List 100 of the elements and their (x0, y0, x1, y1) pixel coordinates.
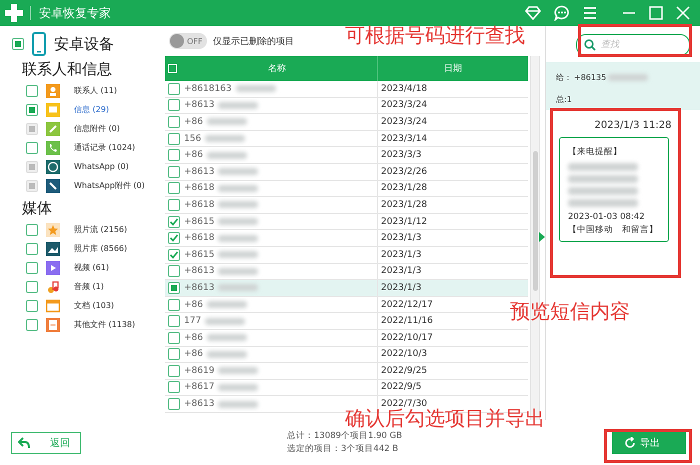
checkbox[interactable] (168, 116, 180, 128)
phone-icon (46, 140, 60, 154)
toggle-switch[interactable]: OFF (169, 33, 207, 49)
table-cell-text: 2022/12/17 (380, 300, 433, 310)
checkbox[interactable] (168, 248, 180, 261)
category-item[interactable]: 照片库 (8566) (74, 243, 128, 254)
music-note-icon (46, 280, 60, 294)
redaction-mark (205, 135, 246, 142)
checkbox[interactable] (168, 282, 180, 294)
checkbox[interactable] (168, 82, 180, 95)
table-row[interactable]: +8613 2023/2/26 (165, 164, 528, 181)
category-item[interactable]: 照片流 (2156) (74, 224, 128, 235)
checkbox[interactable] (168, 332, 180, 344)
play-icon (46, 260, 60, 274)
refresh-icon (624, 436, 636, 448)
checkbox[interactable] (168, 99, 180, 112)
table-row[interactable]: +86 2022/10/17 (165, 330, 528, 346)
checkbox[interactable] (168, 381, 180, 394)
table-row[interactable]: +8613 2023/3/24 (165, 98, 528, 114)
checkbox[interactable] (168, 166, 180, 178)
redaction-mark (218, 218, 258, 226)
category-item[interactable]: 文档 (103) (74, 300, 114, 311)
table-cell-text: 2023/3/3 (380, 150, 422, 160)
checkbox[interactable] (26, 262, 38, 274)
redaction-mark (218, 184, 258, 192)
category-item[interactable]: 视频 (61) (74, 262, 109, 273)
checkbox[interactable] (168, 149, 180, 162)
redaction-mark (207, 118, 247, 126)
checkbox[interactable] (26, 224, 38, 236)
checkbox[interactable] (168, 315, 180, 328)
checkbox[interactable] (168, 198, 180, 211)
contact-icon (46, 84, 60, 98)
table-cell-text: 2023/1/3 (380, 250, 422, 260)
table-row[interactable]: +8617 2022/9/5 (165, 380, 528, 396)
table-cell: +86 (184, 300, 203, 310)
checkbox[interactable] (168, 398, 180, 410)
table-row[interactable]: +8615 2023/1/12 (165, 214, 528, 230)
table-row[interactable]: +8618 2023/1/28 (165, 180, 528, 198)
checkbox[interactable] (26, 142, 38, 154)
redaction-mark (218, 268, 258, 275)
checkbox[interactable] (26, 280, 38, 292)
plus-logo-icon (4, 3, 24, 23)
table-cell: +8613 (184, 399, 214, 410)
redaction-mark (218, 201, 258, 208)
table-row[interactable]: 156 2023/3/14 (165, 130, 528, 148)
checkbox[interactable] (168, 232, 180, 244)
checkbox[interactable] (168, 298, 180, 311)
category-item[interactable]: 信息 (29) (74, 104, 109, 115)
category-item[interactable]: 音频 (1) (74, 281, 104, 292)
checkbox[interactable] (26, 242, 38, 254)
message-text: 【中国移动 和留言】 (568, 224, 659, 237)
redaction-mark (218, 384, 258, 391)
table-cell-text: 2023/4/18 (380, 84, 428, 94)
table-cell-text: 2023/3/24 (380, 116, 428, 127)
redaction-mark (218, 284, 258, 292)
redaction-mark (218, 234, 258, 242)
redaction-mark (207, 334, 247, 342)
message-icon (46, 102, 60, 116)
checkbox[interactable] (168, 364, 180, 377)
table-row[interactable]: +8613 2023/1/3 (165, 280, 528, 297)
table-cell: +8618 (184, 200, 214, 210)
checkbox[interactable] (168, 348, 180, 360)
table-row[interactable]: +8618163 2023/4/18 (165, 81, 528, 98)
summary-text: 总计：13089个项目1.90 GB (287, 430, 402, 442)
table-cell: 156 (184, 134, 202, 144)
table-cell: +8618 (184, 183, 214, 194)
table-row[interactable]: +8618 2023/1/3 (165, 230, 528, 247)
redaction-mark (218, 400, 258, 408)
category-item[interactable]: 联系人 (11) (74, 85, 117, 96)
redaction-mark (205, 318, 246, 325)
checkbox[interactable] (168, 182, 180, 194)
section-title: 联系人和信息 (22, 60, 113, 79)
table-row[interactable]: +86 2022/10/3 (165, 346, 528, 364)
table-row[interactable]: +86 2023/3/24 (165, 114, 528, 131)
table-cell-text: 2023/1/12 (380, 216, 428, 227)
table-row[interactable]: +8618 2023/1/28 (165, 197, 528, 214)
table-row[interactable]: +8619 2022/9/25 (165, 363, 528, 380)
table-cell-text: 2022/9/5 (380, 382, 422, 392)
checkbox[interactable] (12, 38, 24, 50)
category-item[interactable]: 通话记录 (1024) (74, 142, 136, 153)
redaction-mark (218, 367, 258, 374)
checkbox[interactable] (26, 318, 38, 330)
checkbox[interactable] (26, 84, 38, 96)
checkbox[interactable] (26, 300, 38, 312)
table-cell: +8613 (184, 266, 214, 276)
table-cell: 177 (184, 316, 202, 326)
document-icon (46, 318, 60, 332)
checkbox[interactable] (168, 216, 180, 228)
table-cell-text: 2023/1/28 (380, 183, 428, 194)
redaction-mark (568, 199, 638, 207)
back-arrow-icon (18, 436, 30, 448)
table-cell: +8618 (184, 233, 214, 244)
checkbox[interactable] (168, 265, 180, 278)
recipient-label: 给： (556, 72, 572, 82)
redaction-mark (207, 301, 247, 308)
checkbox[interactable] (168, 132, 180, 145)
table-row[interactable]: +86 2023/3/3 (165, 147, 528, 164)
checkbox[interactable] (26, 104, 38, 116)
table-row[interactable]: +8615 2023/1/3 (165, 246, 528, 264)
category-item[interactable]: 其他文件 (1138) (74, 319, 136, 330)
